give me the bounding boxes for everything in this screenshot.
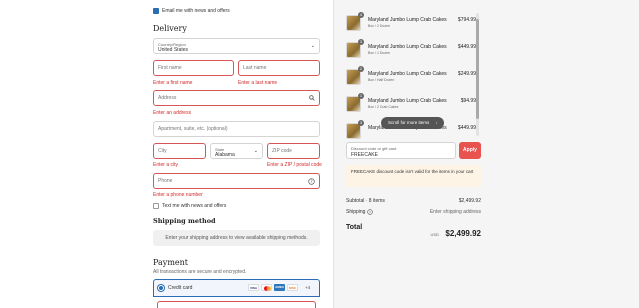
cart-item: 2 Maryland Jumbo Lump Crab Cakes Box / Hal… [346,66,476,88]
shipping-info-box: Enter your shipping address to view avai… [153,230,320,246]
first-name-field[interactable]: First name [153,60,234,76]
payment-subtitle: All transactions are secure and encrypte… [153,269,247,275]
arrow-down-icon: ↓ [435,120,438,125]
country-select[interactable]: Country/Region United States ⌄ [153,38,320,54]
delivery-heading: Delivery [153,24,187,33]
product-name: Maryland Jumbo Lump Crab Cakes [368,98,447,104]
amex-icon: AMEX [274,284,285,291]
currency-code: USD [430,232,439,237]
apartment-field[interactable]: Apartment, suite, etc. (optional) [153,121,320,137]
cart-item: 4 Maryland Jumbo Lump Crab Cakes Box / 2 D… [346,12,476,34]
chevron-down-icon: ⌄ [253,148,258,154]
first-name-error: Enter a first name [153,80,193,86]
product-name: Maryland Jumbo Lump Crab Cakes [368,17,447,23]
svg-text:?: ? [310,179,312,184]
help-icon[interactable]: ? [367,209,373,215]
search-icon [309,95,315,101]
country-value: United States [158,47,189,53]
product-price: $94.99 [460,98,476,104]
product-price: $249.99 [457,71,476,77]
zip-placeholder: ZIP code [272,148,292,154]
zip-field[interactable]: ZIP code [267,143,320,159]
product-variant: Box / 1 Dozen [368,51,390,55]
cart-scrollbar-thumb[interactable] [476,19,479,119]
cart-item: 1 Maryland Jumbo Lump Crab Cakes Box / 2 C… [346,93,476,115]
city-error: Enter a city [153,162,179,168]
quantity-badge: 4 [358,12,364,18]
discount-label: Discount code or gift card [351,146,397,151]
address-error: Enter an address [153,110,192,116]
quantity-badge: 1 [358,93,364,99]
mastercard-icon [261,284,272,291]
discount-warning-text: FREECAKE discount code isn't valid for t… [351,169,474,174]
scroll-hint-pill[interactable]: Scroll for more items ↓ [381,117,444,129]
state-value: Alabama [215,152,235,158]
credit-card-radio[interactable] [158,285,164,291]
state-select[interactable]: State Alabama ⌄ [210,143,263,159]
total-value: $2,499.92 [445,229,481,238]
city-placeholder: City [158,148,167,154]
payment-heading: Payment [153,258,188,267]
product-variant: Box / 2 Crab Cakes [368,105,399,109]
phone-field[interactable]: Phone ? [153,173,320,189]
email-news-label: Email me with news and offers [162,8,230,14]
address-field[interactable]: Address [153,90,320,106]
total-label: Total [346,224,363,231]
shipping-label: Shipping [346,209,366,215]
quantity-badge: 2 [358,66,364,72]
subtotal-label: Subtotal · 8 items [346,198,385,204]
shipping-info-text: Enter your shipping address to view avai… [165,235,308,241]
discount-warning: FREECAKE discount code isn't valid for t… [346,165,481,187]
shipping-heading: Shipping method [153,217,216,225]
phone-placeholder: Phone [158,178,173,184]
city-field[interactable]: City [153,143,206,159]
scroll-hint-text: Scroll for more items [388,120,430,125]
cart-scrollbar[interactable] [476,13,479,136]
total-amount: USD $2,499.92 [431,223,482,241]
last-name-placeholder: Last name [243,65,267,71]
address-placeholder: Address [158,95,177,101]
discount-value: FREECAKE [351,152,378,158]
credit-card-option[interactable]: Credit card VISA AMEX DISC +4 [153,279,320,297]
phone-error: Enter a phone number [153,192,203,198]
apply-button[interactable]: Apply [459,142,481,159]
email-news-checkbox[interactable] [153,8,159,14]
product-name: Maryland Jumbo Lump Crab Cakes [368,44,447,50]
checkout-form: Email me with news and offers Delivery C… [0,0,333,308]
product-price: $449.99 [457,125,476,131]
chevron-down-icon: ⌄ [310,43,315,49]
text-news-label: Text me with news and offers [162,203,227,209]
text-news-checkbox[interactable] [153,203,159,209]
last-name-error: Enter a last name [238,80,278,86]
credit-card-label: Credit card [168,285,193,291]
visa-icon: VISA [248,284,259,291]
product-price: $449.99 [457,44,476,50]
quantity-badge: 3 [358,39,364,45]
zip-error: Enter a ZIP / postal code [267,162,322,168]
cart-item: 3 Maryland Jumbo Lump Crab Cakes Box / 1 D… [346,39,476,61]
product-variant: Box / 2 Dozen [368,24,390,28]
apartment-placeholder: Apartment, suite, etc. (optional) [158,126,228,132]
product-price: $794.99 [457,17,476,23]
card-number-field[interactable] [157,301,316,308]
svg-text:?: ? [369,210,371,214]
help-icon[interactable]: ? [308,178,315,185]
last-name-field[interactable]: Last name [238,60,320,76]
discount-field[interactable]: Discount code or gift card FREECAKE [346,142,456,159]
discover-icon: DISC [287,284,298,291]
shipping-value: Enter shipping address [429,209,481,215]
subtotal-value: $2,499.92 [458,198,481,204]
product-variant: Box / Half Dozen [368,78,395,82]
quantity-badge: 3 [358,120,364,126]
product-name: Maryland Jumbo Lump Crab Cakes [368,71,447,77]
first-name-placeholder: First name [158,65,182,71]
order-summary: 4 Maryland Jumbo Lump Crab Cakes Box / 2 D… [333,0,639,308]
more-cards-count: +4 [305,285,311,290]
